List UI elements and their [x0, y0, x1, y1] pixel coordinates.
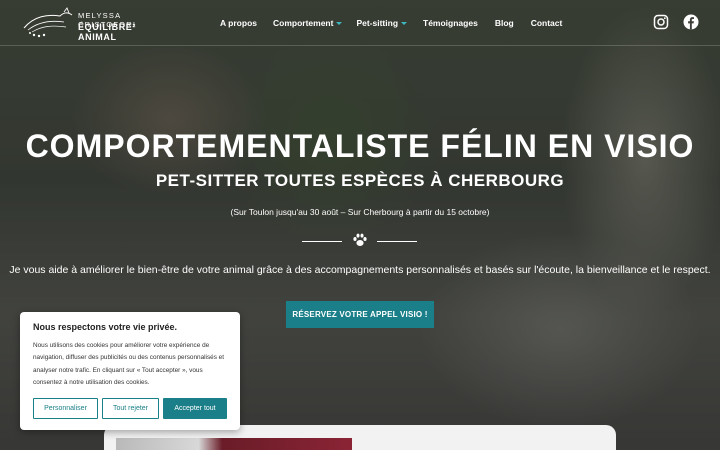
cookie-reject-button[interactable]: Tout rejeter — [102, 398, 159, 419]
nav-item-temoignages[interactable]: Témoignages — [423, 18, 478, 28]
hero-description: Je vous aide à améliorer le bien-être de… — [9, 264, 711, 276]
nav-item-label: Contact — [530, 18, 563, 28]
nav-item-label: Comportement — [273, 18, 334, 28]
nav-item-comportement[interactable]: Comportement — [273, 18, 343, 28]
site-header: MELYSSA CRISTOFORI ÉQUILIBRE² ANIMAL A p… — [0, 0, 720, 46]
nav-item-label: Témoignages — [423, 18, 478, 28]
site-logo[interactable]: MELYSSA CRISTOFORI ÉQUILIBRE² ANIMAL — [20, 6, 160, 42]
chevron-down-icon — [336, 21, 343, 25]
nav-item-label: Blog — [494, 18, 514, 28]
divider-left — [302, 241, 342, 242]
nav-item-label: Pet-sitting — [356, 18, 399, 28]
facebook-icon[interactable] — [683, 14, 699, 30]
nav-item-a-propos[interactable]: A propos — [220, 18, 257, 28]
cat-logo-icon — [23, 7, 73, 38]
nav-item-blog[interactable]: Blog — [495, 18, 514, 28]
nav-item-label: A propos — [220, 18, 257, 28]
divider-right — [377, 241, 417, 242]
chevron-down-icon — [401, 21, 408, 25]
paw-icon — [353, 233, 367, 246]
main-nav: A propos Comportement Pet-sitting Témoig… — [220, 16, 562, 30]
cookie-consent-banner: Nous respectons votre vie privée. Nous u… — [20, 312, 240, 430]
nav-item-pet-sitting[interactable]: Pet-sitting — [356, 18, 408, 28]
hero-location-note: (Sur Toulon jusqu'au 30 août – Sur Cherb… — [230, 207, 490, 217]
cookie-description: Nous utilisons des cookies pour améliore… — [33, 342, 225, 386]
brand-tagline: ÉQUILIBRE² ANIMAL — [78, 22, 137, 42]
hero-title: COMPORTEMENTALISTE FÉLIN EN VISIO — [25, 128, 695, 164]
nav-item-contact[interactable]: Contact — [531, 18, 563, 28]
cookie-title: Nous respectons votre vie privée. — [33, 322, 178, 332]
instagram-icon[interactable] — [653, 14, 669, 30]
card-image — [116, 438, 352, 450]
cookie-customize-button[interactable]: Personnaliser — [33, 398, 98, 419]
book-visio-call-button[interactable]: RÉSERVEZ VOTRE APPEL VISIO ! — [286, 301, 434, 328]
cookie-accept-button[interactable]: Accepter tout — [163, 398, 227, 419]
hero-subtitle: PET-SITTER TOUTES ESPÈCES À CHERBOURG — [155, 171, 565, 190]
